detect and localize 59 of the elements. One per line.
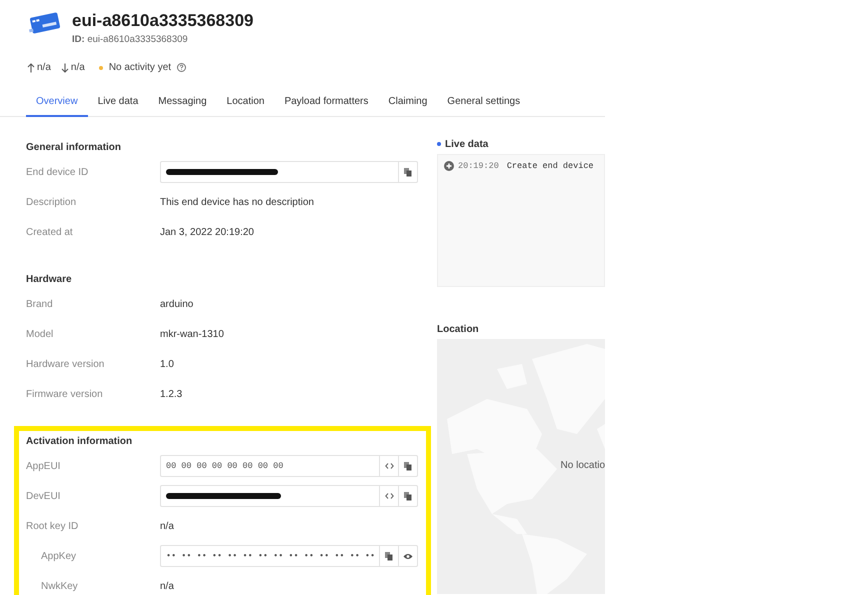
event-time: 20:19:20 bbox=[458, 161, 499, 171]
tab[interactable]: Live data bbox=[88, 92, 148, 117]
arrow-down-icon bbox=[60, 62, 69, 72]
map-message: No locatio bbox=[560, 460, 605, 471]
value-field[interactable] bbox=[160, 161, 418, 183]
tab[interactable]: Location bbox=[216, 92, 274, 117]
copy-icon bbox=[404, 462, 412, 470]
plus-circle-icon bbox=[444, 161, 454, 171]
field-label: AppEUI bbox=[26, 460, 62, 472]
tab[interactable]: Payload formatters bbox=[274, 92, 378, 117]
section-title: General information bbox=[26, 141, 122, 155]
field-label: Hardware version bbox=[26, 358, 106, 370]
copy-icon bbox=[385, 552, 393, 560]
field-value: •• •• •• •• •• •• •• •• •• •• •• •• •• •• bbox=[166, 551, 376, 561]
field-label: Created at bbox=[26, 226, 74, 238]
device-id: ID: eui-a8610a3335368309 bbox=[72, 34, 189, 45]
field-value: 1.2.3 bbox=[160, 388, 182, 400]
field-label: End device ID bbox=[26, 166, 90, 178]
copy-icon bbox=[404, 492, 412, 500]
field-label: AppKey bbox=[40, 550, 78, 562]
panel-title: Location bbox=[437, 324, 479, 334]
field-label: DevEUI bbox=[26, 490, 62, 502]
section-title: Activation information bbox=[26, 435, 134, 449]
live-dot bbox=[437, 142, 441, 146]
field-value: arduino bbox=[160, 298, 194, 310]
field-value: Jan 3, 2022 20:19:20 bbox=[160, 226, 254, 238]
field-value: This end device has no description bbox=[160, 196, 314, 208]
status-dot bbox=[98, 66, 103, 70]
tab[interactable]: General settings bbox=[437, 92, 530, 117]
section-title: Hardware bbox=[26, 273, 73, 287]
field-value: mkr-wan-1310 bbox=[160, 328, 224, 340]
field-label: NwkKey bbox=[40, 580, 79, 592]
field-value: 00 00 00 00 00 00 00 00 bbox=[166, 461, 284, 471]
arrow-up-icon bbox=[27, 62, 35, 72]
panel-title: Live data bbox=[445, 138, 488, 150]
help-icon[interactable] bbox=[177, 63, 186, 72]
code-icon bbox=[384, 463, 394, 469]
downlink-count: n/a bbox=[70, 62, 85, 73]
event-message: Create end device bbox=[506, 161, 594, 171]
tab[interactable]: Overview bbox=[26, 92, 88, 117]
field-label: Root key ID bbox=[26, 520, 80, 532]
device-title: eui-a8610a3335368309 bbox=[72, 11, 254, 31]
tab[interactable]: Claiming bbox=[378, 92, 438, 117]
eye-icon bbox=[403, 552, 413, 560]
field-label: Firmware version bbox=[26, 388, 104, 400]
code-icon bbox=[384, 493, 394, 499]
field-label: Brand bbox=[26, 298, 54, 310]
copy-icon bbox=[404, 168, 412, 176]
value-field[interactable] bbox=[160, 485, 418, 507]
field-label: Description bbox=[26, 196, 78, 208]
activity-status: No activity yet bbox=[108, 62, 172, 73]
field-value: 1.0 bbox=[160, 358, 174, 370]
field-value: n/a bbox=[160, 520, 174, 532]
value-field[interactable]: •• •• •• •• •• •• •• •• •• •• •• •• •• •• bbox=[160, 545, 418, 567]
uplink-count: n/a bbox=[37, 62, 51, 73]
field-value: n/a bbox=[160, 580, 174, 592]
field-label: Model bbox=[26, 328, 54, 340]
tab[interactable]: Messaging bbox=[148, 92, 217, 117]
value-field[interactable]: 00 00 00 00 00 00 00 00 bbox=[160, 455, 418, 477]
